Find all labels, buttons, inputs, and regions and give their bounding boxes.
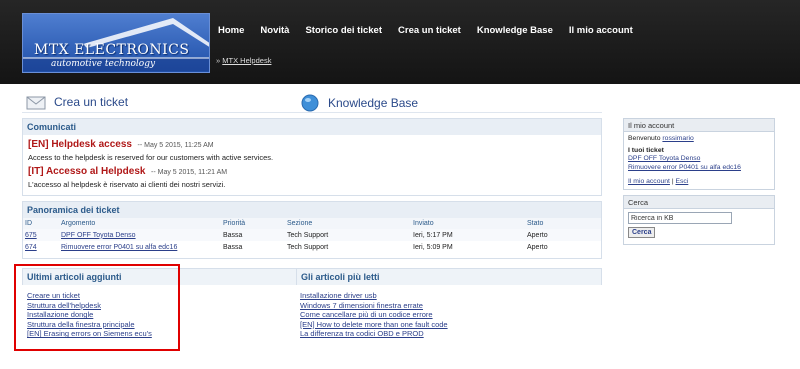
- column-header[interactable]: Argomento: [59, 218, 221, 229]
- nav-news[interactable]: Novità: [260, 25, 289, 36]
- nav-home[interactable]: Home: [218, 25, 244, 36]
- breadcrumb-link-helpdesk[interactable]: MTX Helpdesk: [222, 56, 271, 65]
- news-item-date: -- May 5 2015, 11:21 AM: [151, 169, 228, 176]
- tickets-heading: Panoramica dei ticket: [23, 202, 601, 218]
- article-link[interactable]: Come cancellare più di un codice errore: [300, 310, 448, 320]
- create-ticket-label[interactable]: Crea un ticket: [54, 95, 128, 109]
- highlight-frame: [14, 264, 180, 351]
- ticket-section: Tech Support: [287, 243, 329, 251]
- ticket-section: Tech Support: [285, 229, 411, 241]
- company-logo[interactable]: MTX ELECTRONICS automotive technology: [22, 13, 210, 73]
- tickets-overview-box: Panoramica dei ticket ID Argomento Prior…: [22, 201, 602, 259]
- table-row: 675 DPF OFF Toyota Denso Bassa Tech Supp…: [23, 229, 601, 241]
- ticket-status: Aperto: [527, 243, 548, 251]
- most-read-heading: Gli articoli più letti: [297, 269, 601, 285]
- username-link[interactable]: rossimario: [662, 135, 693, 142]
- ticket-status: Aperto: [525, 229, 601, 241]
- tickets-table: ID Argomento Priorità Sezione Inviato St…: [23, 218, 601, 253]
- most-read-header: Gli articoli più letti: [296, 268, 602, 285]
- envelope-icon: [26, 96, 46, 110]
- ticket-id-link[interactable]: 674: [25, 244, 37, 251]
- sidebar-ticket-link[interactable]: Rimuovere error P0401 su alfa edc16: [628, 164, 770, 173]
- search-box: Cerca Cerca: [623, 195, 775, 245]
- logo-title: MTX ELECTRONICS: [34, 42, 190, 58]
- my-account-link[interactable]: Il mio account: [628, 178, 670, 185]
- welcome-text: Benvenuto: [628, 135, 661, 142]
- news-box: Comunicati [EN] Helpdesk access -- May 5…: [22, 118, 602, 196]
- column-header[interactable]: ID: [23, 218, 59, 229]
- news-item-date: -- May 5 2015, 11:25 AM: [137, 142, 214, 149]
- breadcrumb-separator: »: [216, 56, 221, 65]
- logo-subtitle: automotive technology: [51, 59, 156, 69]
- article-link[interactable]: Installazione driver usb: [300, 291, 448, 301]
- nav-create-ticket[interactable]: Crea un ticket: [398, 25, 461, 36]
- ticket-id-link[interactable]: 675: [25, 232, 37, 239]
- account-box: Il mio account Benvenuto rossimario I tu…: [623, 118, 775, 190]
- news-item-body: Access to the helpdesk is reserved for o…: [28, 153, 274, 162]
- site-header: MTX ELECTRONICS automotive technology Ho…: [0, 0, 800, 84]
- logout-link[interactable]: Esci: [675, 178, 688, 185]
- ticket-priority: Bassa: [223, 243, 243, 251]
- your-tickets-label: I tuoi ticket: [628, 146, 664, 154]
- column-header[interactable]: Inviato: [411, 218, 525, 229]
- breadcrumb: » MTX Helpdesk: [216, 56, 271, 65]
- news-item-body: L'accesso al helpdesk è riservato ai cli…: [28, 180, 226, 189]
- divider: [22, 112, 602, 113]
- most-read-list: Installazione driver usb Windows 7 dimen…: [300, 291, 448, 339]
- ticket-priority: Bassa: [221, 229, 285, 241]
- knowledge-base-action[interactable]: Knowledge Base: [300, 94, 418, 112]
- link-separator: |: [671, 178, 674, 185]
- table-header-row: ID Argomento Priorità Sezione Inviato St…: [23, 218, 601, 229]
- search-input[interactable]: [628, 212, 732, 224]
- article-link[interactable]: [EN] How to delete more than one fault c…: [300, 320, 448, 330]
- ticket-subject-link[interactable]: DPF OFF Toyota Denso: [61, 232, 136, 239]
- search-heading: Cerca: [624, 196, 774, 209]
- column-header[interactable]: Stato: [525, 218, 601, 229]
- main-nav: Home Novità Storico dei ticket Crea un t…: [218, 25, 649, 36]
- create-ticket-action[interactable]: Crea un ticket: [26, 94, 128, 110]
- news-item-title[interactable]: [EN] Helpdesk access: [28, 139, 132, 150]
- ticket-sent: Ieri, 5:17 PM: [411, 229, 525, 241]
- sidebar-ticket-link[interactable]: DPF OFF Toyota Denso: [628, 155, 770, 164]
- news-item-title[interactable]: [IT] Accesso al Helpdesk: [28, 166, 145, 177]
- column-header[interactable]: Sezione: [285, 218, 411, 229]
- nav-knowledge-base[interactable]: Knowledge Base: [477, 25, 553, 36]
- nav-ticket-history[interactable]: Storico dei ticket: [305, 25, 382, 36]
- table-row: 674 Rimuovere error P0401 su alfa edc16 …: [23, 241, 601, 253]
- article-link[interactable]: Windows 7 dimensioni finestra errate: [300, 301, 448, 311]
- account-heading: Il mio account: [624, 119, 774, 132]
- knowledge-base-label[interactable]: Knowledge Base: [328, 96, 418, 110]
- search-button[interactable]: Cerca: [628, 227, 656, 238]
- column-header[interactable]: Priorità: [221, 218, 285, 229]
- ticket-subject-link[interactable]: Rimuovere error P0401 su alfa edc16: [61, 244, 177, 251]
- article-link[interactable]: La differenza tra codici OBD e PROD: [300, 329, 448, 339]
- globe-icon: [301, 94, 319, 112]
- ticket-sent: Ieri, 5:09 PM: [413, 243, 453, 251]
- nav-my-account[interactable]: Il mio account: [569, 25, 633, 36]
- news-heading: Comunicati: [23, 119, 601, 135]
